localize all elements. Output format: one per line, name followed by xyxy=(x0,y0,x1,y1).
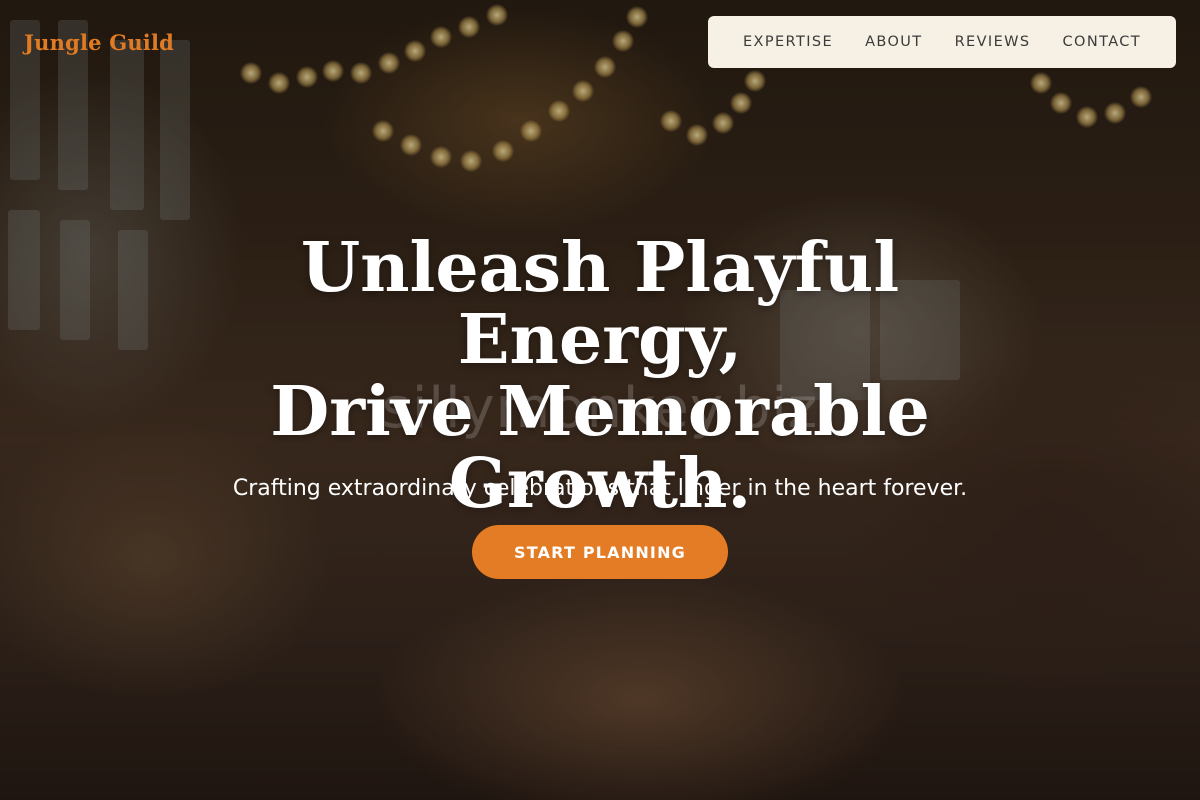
nav-link-reviews[interactable]: REVIEWS xyxy=(939,34,1047,50)
start-planning-button[interactable]: START PLANNING xyxy=(472,525,728,579)
site-logo[interactable]: Jungle Guild xyxy=(24,30,174,55)
headline-line-2: Drive Memorable xyxy=(270,372,930,452)
main-nav: EXPERTISE ABOUT REVIEWS CONTACT xyxy=(708,16,1176,68)
hero-section: Jungle Guild EXPERTISE ABOUT REVIEWS CON… xyxy=(0,0,1200,800)
nav-link-about[interactable]: ABOUT xyxy=(849,34,939,50)
headline-line-1: Unleash Playful Energy, xyxy=(300,228,900,380)
nav-link-contact[interactable]: CONTACT xyxy=(1047,34,1158,50)
nav-link-expertise[interactable]: EXPERTISE xyxy=(727,34,849,50)
hero-subtitle: Crafting extraordinary celebrations that… xyxy=(232,476,968,501)
